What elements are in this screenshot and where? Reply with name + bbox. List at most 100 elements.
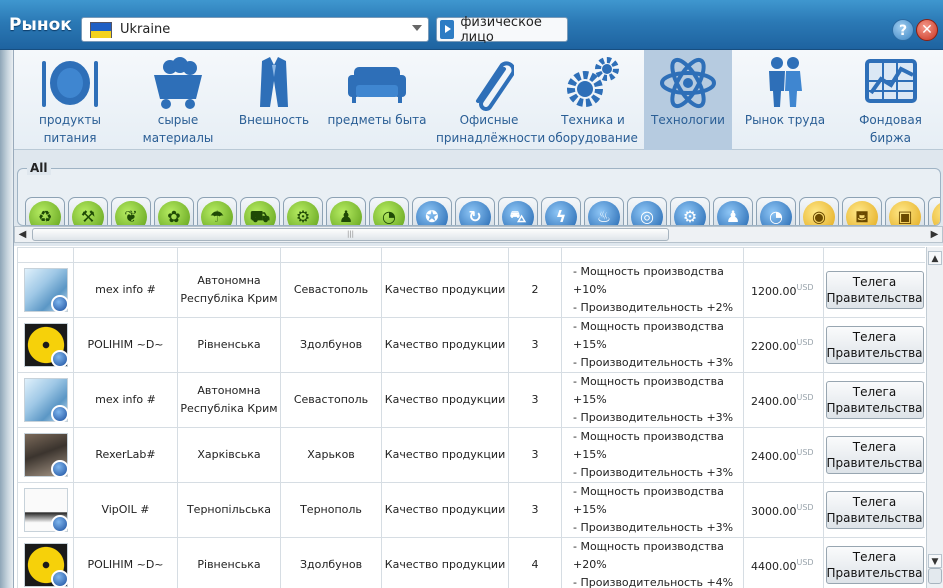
government-cart-button[interactable]: Телега Правительства [825,436,924,474]
tool-recycle[interactable]: ♻ [25,197,65,225]
company-cell[interactable]: POLIHIM ~D~ [73,537,178,588]
category-office[interactable]: Офисные принадлёжности [436,50,546,150]
city-cell: Здолбунов [280,537,382,588]
category-label: предметы быта [327,113,427,127]
tool-worker[interactable]: ♟ [326,197,366,225]
background-window-strip [0,50,14,588]
category-labor-market[interactable]: Рынок труда [732,50,838,150]
company-cell[interactable]: mex info # [73,262,178,318]
currency-label: USD [796,503,814,512]
scroll-up-arrow-icon[interactable]: ▲ [928,251,942,265]
government-cart-button[interactable]: Телега Правительства [825,326,924,364]
city-cell: Севастополь [280,262,382,318]
tool-water-tap[interactable]: ♨ [584,197,624,225]
company-cell[interactable]: mex info # [73,372,178,428]
water-tap-icon: ♨ [588,201,620,225]
tool-worker-blue[interactable]: ♟ [713,197,753,225]
table-row[interactable]: mex info # Автономна Республіка Крим Сев… [17,372,925,428]
government-cart-button[interactable]: Телега Правительства [825,491,924,529]
tool-vegetables[interactable]: ❦ [111,197,151,225]
tool-gears-green[interactable]: ⚙ [283,197,323,225]
gauge-icon: ◔ [373,201,405,225]
close-button[interactable]: ✕ [916,19,938,41]
tool-hand-truck[interactable]: ⛾ [842,197,882,225]
price-value: 2200.00 [751,340,797,353]
tool-partial[interactable] [928,197,940,225]
play-arrow-icon [440,20,455,39]
vertical-scroll-thumb[interactable] [928,568,942,584]
category-label: Фондовая биржа [859,113,922,145]
person-type-button[interactable]: физическое лицо [436,15,568,45]
horizontal-scrollbar[interactable]: ◀ ||| ▶ [14,226,943,243]
tool-shovel-pick[interactable]: ⚒ [68,197,108,225]
category-technology[interactable]: Технологии [644,50,732,150]
category-household[interactable]: предметы быта [318,50,436,150]
tool-speedometer[interactable]: ◔ [756,197,796,225]
category-nav: продукты питания сырые материалы Внешнос… [14,50,943,150]
company-cell[interactable]: VipOIL # [73,482,178,538]
table-row[interactable]: VipOIL # Тернопільська Тернополь Качеств… [17,482,925,538]
ukraine-flag-icon [90,21,112,38]
category-stock-exchange[interactable]: Фондовая биржа [838,50,943,150]
company-cell[interactable]: POLIHIM ~D~ [73,317,178,373]
category-appearance[interactable]: Внешность [230,50,318,150]
category-label: Технологии [651,113,725,127]
subcategory-strip: ♻ ⚒ ❦ ✿ ☂ ⛟ ⚙ ♟ ◔ ✪ ↻ ⛍ ϟ ♨ ◎ ⚙ ♟ ◔ ◉ ⛾ … [17,168,941,226]
vertical-scrollbar[interactable]: ▲ ▼ [926,247,943,588]
category-raw-materials[interactable]: сырые материалы [126,50,230,150]
price-cell: 1200.00USD [743,262,824,318]
price-cell: 3000.00USD [743,482,824,538]
government-cart-button[interactable]: Телега Правительства [825,546,924,584]
stock-chart-icon [864,59,917,103]
effect-line: - Производительность +3% [573,411,734,424]
tool-sprout[interactable]: ✿ [154,197,194,225]
mine-cart-icon [154,57,202,109]
tool-medal[interactable]: ✪ [412,197,452,225]
box-icon: ▣ [889,201,921,225]
company-cell[interactable]: RexerLab# [73,427,178,483]
tool-gears-blue[interactable]: ⚙ [670,197,710,225]
category-machinery[interactable]: Техника и оборудование [542,50,644,150]
help-button[interactable]: ? [892,19,914,41]
category-food[interactable]: продукты питания [14,50,126,150]
table-row[interactable]: RexerLab# Харківська Харьков Качество пр… [17,427,925,483]
tool-lightning[interactable]: ϟ [541,197,581,225]
tool-gear-blue[interactable]: ◎ [627,197,667,225]
table-row[interactable]: POLIHIM ~D~ Рівненська Здолбунов Качеств… [17,317,925,373]
price-cell: 4400.00USD [743,537,824,588]
level-cell: 3 [508,317,562,373]
government-cart-button[interactable]: Телега Правительства [825,381,924,419]
currency-label: USD [796,448,814,457]
scroll-down-arrow-icon[interactable]: ▼ [928,554,942,568]
effect-line: - Производительность +3% [573,521,734,534]
tool-harvester[interactable]: ⛟ [240,197,280,225]
table-row[interactable]: mex info # Автономна Республіка Крим Сев… [17,262,925,318]
effect-line: - Мощность производства +15% [573,320,724,351]
tool-gauge[interactable]: ◔ [369,197,409,225]
tool-refresh[interactable]: ↻ [455,197,495,225]
company-logo [23,378,69,423]
country-select[interactable]: Ukraine [81,17,429,42]
category-label: Рынок труда [744,113,826,127]
offers-table-container: mex info # Автономна Республіка Крим Сев… [17,247,925,588]
tool-box[interactable]: ▣ [885,197,925,225]
effect-line: - Производительность +3% [573,466,734,479]
type-cell: Качество продукции [381,372,509,428]
scroll-left-arrow-icon[interactable]: ◀ [16,228,29,241]
table-row[interactable]: POLIHIM ~D~ Рівненська Здолбунов Качеств… [17,537,925,588]
category-label: Офисные принадлёжности [436,113,546,145]
effect-line: - Мощность производства +10% [573,265,724,296]
medal-icon [50,460,69,478]
effect-line: - Мощность производства +15% [573,430,724,461]
horizontal-scroll-thumb[interactable]: ||| [32,228,669,241]
scroll-right-arrow-icon[interactable]: ▶ [928,228,941,241]
tool-watering-can[interactable]: ☂ [197,197,237,225]
medal-icon [50,570,69,588]
currency-label: USD [796,283,814,292]
category-label: продукты питания [39,113,101,145]
currency-label: USD [796,558,814,567]
government-cart-button[interactable]: Телега Правительства [825,271,924,309]
tool-wheelbarrow[interactable]: ⛍ [498,197,538,225]
price-value: 3000.00 [751,505,797,518]
tool-globe-coin[interactable]: ◉ [799,197,839,225]
